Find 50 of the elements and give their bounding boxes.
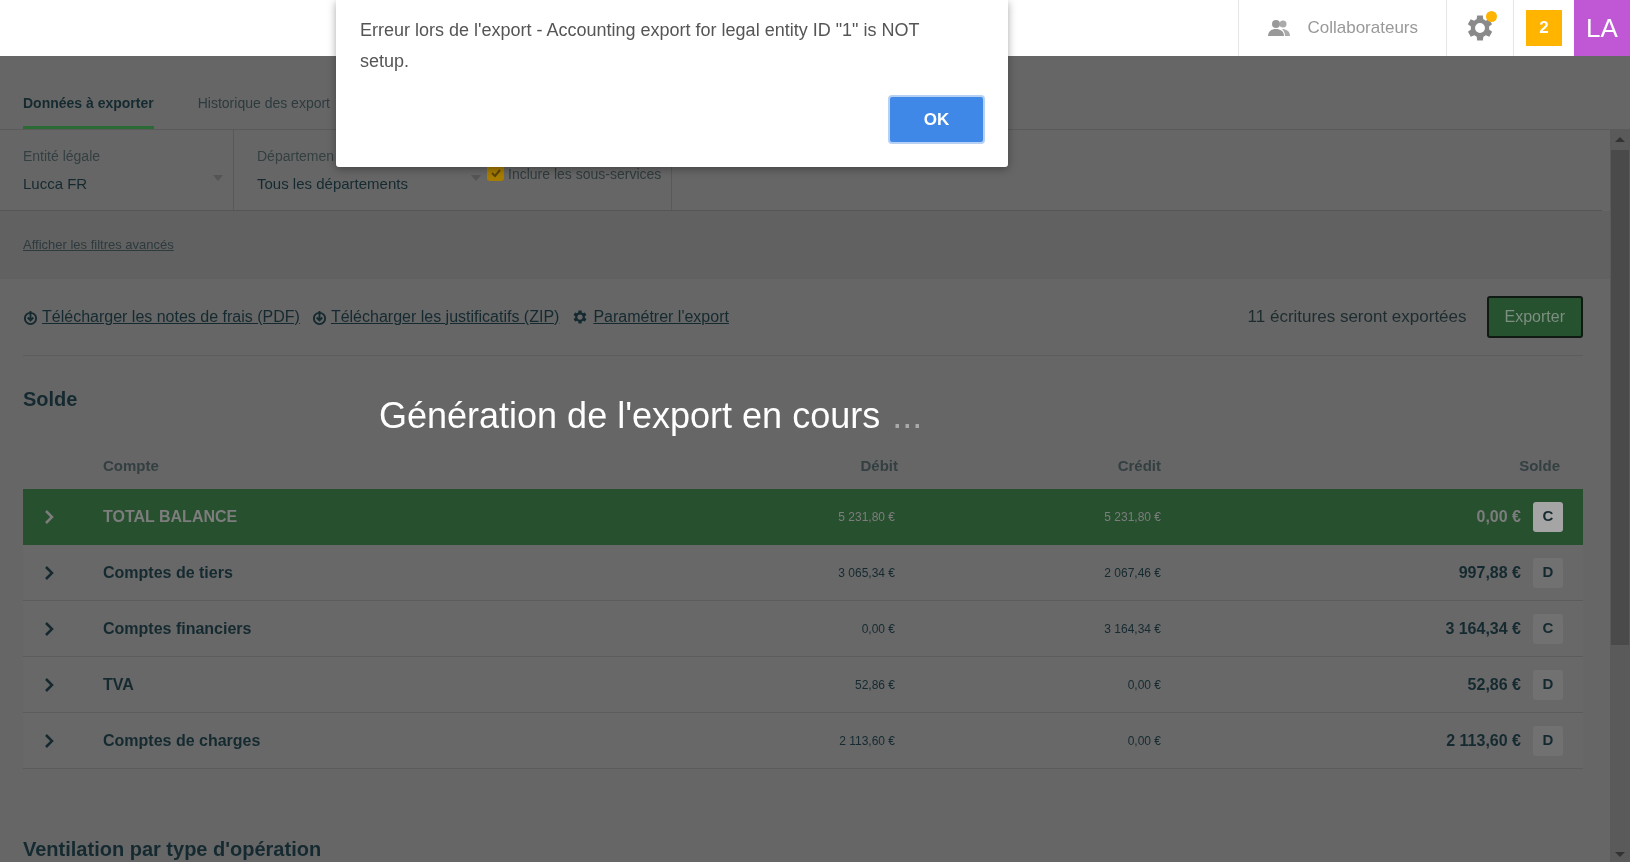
- chevron-icon[interactable]: [44, 676, 54, 693]
- table-cell-text: 0,00 €: [860, 620, 895, 638]
- table-cell-text: 2 067,46 €: [1103, 564, 1161, 582]
- balance-side-badge: C: [1533, 613, 1563, 644]
- tab[interactable]: Historique des export: [197, 93, 330, 129]
- collaborators-link[interactable]: Collaborateurs: [1307, 15, 1418, 41]
- download-icon: [23, 309, 38, 325]
- chevron-icon[interactable]: [44, 620, 54, 637]
- section-title: Ventilation par type d'opération: [23, 837, 323, 862]
- table-cell-text: 5 231,80 €: [837, 508, 895, 526]
- table-cell-text: 3 164,34 €: [1103, 620, 1161, 638]
- table-cell-text: Comptes financiers: [103, 618, 253, 639]
- table-cell-text: Comptes de tiers: [103, 562, 234, 583]
- section-title: Solde: [23, 387, 78, 412]
- chevron-icon[interactable]: [44, 732, 54, 749]
- action-link[interactable]: Paramétrer l'export: [593, 305, 729, 329]
- dialog-message: Erreur lors de l'export - Accounting export for legal entity ID "1" is NOT setup.: [360, 19, 921, 73]
- chevron-icon[interactable]: [44, 508, 54, 525]
- user-avatar[interactable]: LA: [1574, 0, 1630, 56]
- notification-badge[interactable]: 2: [1526, 10, 1562, 46]
- table-cell-text: 52,86 €: [853, 676, 895, 694]
- loading-dots: ...: [892, 394, 923, 438]
- action-link[interactable]: Télécharger les notes de frais (PDF): [42, 305, 300, 329]
- table-row[interactable]: TOTAL BALANCE 5 231,80 € 5 231,80 € 0,00 € C: [23, 489, 1583, 545]
- table-cell-text: 2 113,60 €: [1445, 730, 1522, 751]
- table-cell-text: 997,88 €: [1457, 562, 1522, 583]
- balance-side-badge: D: [1533, 725, 1563, 756]
- table-cell-text: Comptes de charges: [103, 730, 262, 751]
- table-cell-text: 3 164,34 €: [1444, 618, 1522, 639]
- table-cell-text: TVA: [103, 674, 135, 695]
- action-link[interactable]: Télécharger les justificatifs (ZIP): [330, 305, 560, 329]
- table-cell-text: 52,86 €: [1466, 674, 1522, 695]
- table-cell-text: 0,00 €: [1126, 732, 1161, 750]
- loading-message: Génération de l'export en cours: [379, 394, 881, 438]
- table-cell-text: 0,00 €: [1126, 676, 1161, 694]
- balance-side-badge: D: [1533, 557, 1563, 588]
- balance-side-badge: C: [1533, 501, 1563, 532]
- table-cell-text: 5 231,80 €: [1103, 508, 1161, 526]
- ok-button[interactable]: OK: [888, 95, 985, 144]
- export-count: 11 écritures seront exportées: [1247, 306, 1467, 329]
- people-icon: [1267, 19, 1292, 37]
- export-button[interactable]: Exporter: [1486, 296, 1583, 338]
- table-cell-text: 2 113,60 €: [838, 732, 895, 750]
- table-cell-text: 0,00 €: [1475, 506, 1522, 527]
- balance-side-badge: D: [1533, 669, 1563, 700]
- table-cell-text: TOTAL BALANCE: [103, 506, 239, 527]
- scrollbar[interactable]: [1610, 130, 1630, 862]
- table-cell-text: 3 065,34 €: [837, 564, 895, 582]
- chevron-icon[interactable]: [44, 564, 54, 581]
- download-icon: [311, 309, 327, 325]
